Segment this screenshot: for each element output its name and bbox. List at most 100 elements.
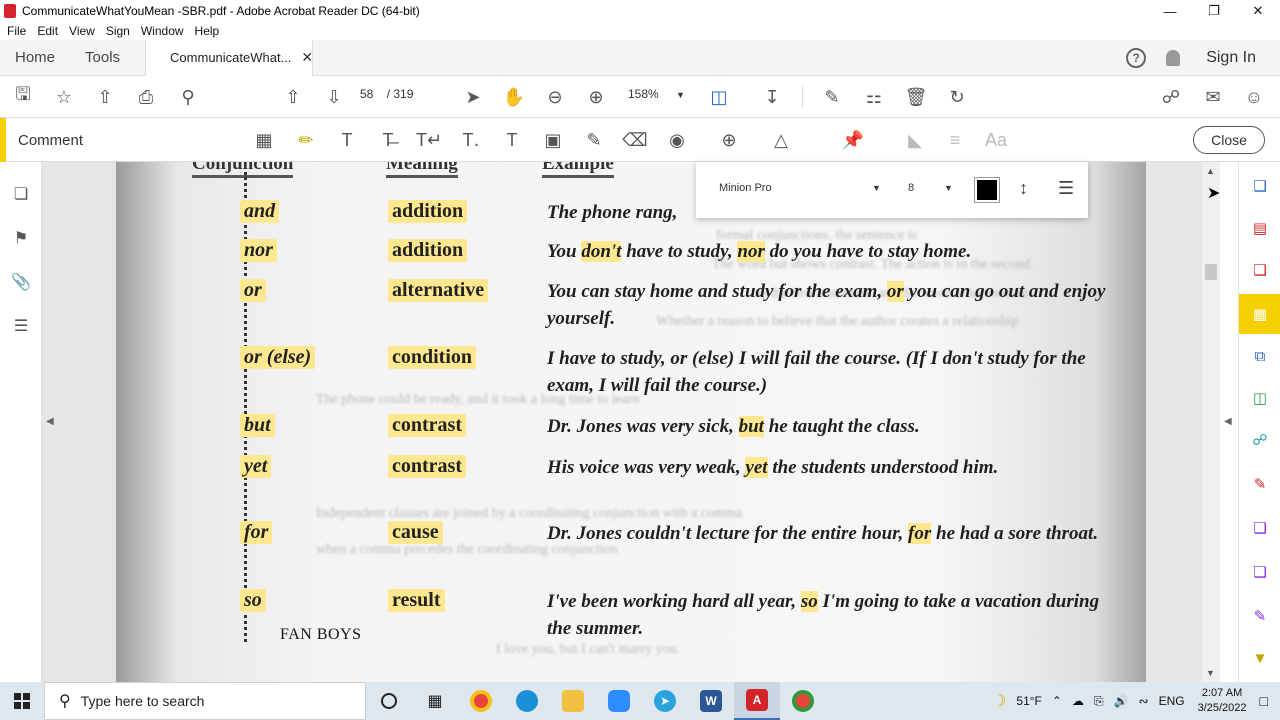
fill-sign-icon[interactable]: ✎: [821, 86, 843, 108]
menu-file[interactable]: File: [7, 24, 26, 38]
clock[interactable]: 2:07 AM 3/25/2022: [1198, 686, 1247, 716]
sign-in-button[interactable]: Sign In: [1206, 49, 1256, 67]
taskbar-search[interactable]: ⚲ Type here to search: [44, 682, 366, 720]
underline-text-icon[interactable]: T: [336, 129, 358, 151]
chrome-profile-icon[interactable]: [780, 682, 826, 720]
save-icon[interactable]: 🖫: [12, 84, 34, 108]
stamp-tool-icon[interactable]: ◉: [666, 129, 688, 151]
insert-text-icon[interactable]: T․: [460, 129, 482, 151]
create-pdf-icon[interactable]: ❏: [1250, 260, 1270, 280]
menu-sign[interactable]: Sign: [106, 24, 130, 38]
attachment-icon[interactable]: 📎: [11, 272, 31, 292]
document-viewport[interactable]: it was hard to understand what the clima…: [42, 162, 1220, 682]
layers-icon[interactable]: ☰: [11, 316, 31, 336]
pin-icon[interactable]: 📌: [842, 129, 864, 151]
text-box-icon[interactable]: ▣: [542, 129, 564, 151]
restore-button[interactable]: ❐: [1192, 0, 1236, 22]
protect-icon[interactable]: ❏: [1250, 562, 1270, 582]
select-cursor-icon[interactable]: ➤: [462, 86, 484, 108]
start-button[interactable]: [0, 682, 44, 720]
add-text-icon[interactable]: T: [501, 129, 523, 151]
close-window-button[interactable]: ✕: [1236, 0, 1280, 22]
line-spacing-icon[interactable]: ↕: [1019, 178, 1028, 199]
page-indicator[interactable]: 58 / 319: [360, 87, 413, 101]
file-explorer-icon[interactable]: [550, 682, 596, 720]
export-pdf-icon[interactable]: ❏: [1250, 176, 1270, 196]
organize-pages-icon[interactable]: ▤: [1250, 218, 1270, 238]
fill-sign-tool-icon[interactable]: ✎: [1250, 474, 1270, 494]
highlight-icon[interactable]: ✏: [295, 129, 317, 151]
eraser-icon[interactable]: ⌫: [622, 129, 647, 151]
list-format-icon[interactable]: ☰: [1058, 178, 1074, 199]
task-view-icon[interactable]: ▦: [412, 682, 458, 720]
wifi-icon[interactable]: ∾: [1139, 694, 1149, 708]
scan-ocr-icon[interactable]: ☍: [1250, 430, 1270, 450]
left-panel-toggle-icon[interactable]: ◀: [46, 416, 54, 427]
close-tab-icon[interactable]: ✕: [301, 49, 313, 66]
menu-view[interactable]: View: [69, 24, 95, 38]
pages-icon[interactable]: ❏: [11, 184, 31, 204]
edit-pdf-icon[interactable]: ❏: [1250, 518, 1270, 538]
close-comment-button[interactable]: Close: [1193, 126, 1265, 154]
delete-icon[interactable]: 🗑: [905, 86, 928, 108]
vertical-scrollbar[interactable]: ▲ ▼: [1202, 162, 1220, 682]
replace-text-icon[interactable]: T↵: [416, 129, 442, 151]
tab-document[interactable]: CommunicateWhat... ✕: [145, 39, 313, 76]
zoom-select[interactable]: 158% ▼: [628, 87, 685, 101]
text-color-swatch[interactable]: [974, 177, 1000, 203]
onedrive-icon[interactable]: ☁: [1072, 694, 1084, 708]
hand-tool-icon[interactable]: ✋: [503, 86, 525, 108]
print-icon[interactable]: ⎙: [135, 86, 157, 108]
size-chevron-down-icon[interactable]: ▼: [944, 183, 953, 193]
font-size-select[interactable]: 8: [908, 182, 914, 194]
bell-icon[interactable]: [1166, 50, 1181, 66]
attach-icon[interactable]: ⊕: [718, 129, 740, 151]
more-tools-icon[interactable]: ▼: [1250, 648, 1270, 668]
stamp-icon[interactable]: ⚏: [863, 86, 885, 108]
next-page-icon[interactable]: ⇩: [323, 86, 345, 108]
rotate-icon[interactable]: ↻: [946, 86, 968, 108]
page-number-input[interactable]: 58: [360, 87, 373, 101]
bookmark-icon[interactable]: ⚑: [11, 228, 31, 248]
zoom-icon[interactable]: [596, 682, 642, 720]
pencil-icon[interactable]: ✎: [583, 129, 605, 151]
font-chevron-down-icon[interactable]: ▼: [872, 183, 881, 193]
language-indicator[interactable]: ENG: [1159, 694, 1185, 708]
chevron-up-icon[interactable]: ⌃: [1052, 694, 1062, 708]
email-icon[interactable]: ✉: [1202, 86, 1224, 108]
scroll-thumb[interactable]: [1205, 264, 1217, 280]
shapes-icon[interactable]: △: [770, 129, 792, 151]
menu-help[interactable]: Help: [195, 24, 220, 38]
network-icon[interactable]: ⎘: [1094, 694, 1104, 709]
sticky-note-icon[interactable]: ▦: [253, 129, 275, 151]
strikethrough-icon[interactable]: T̶: [377, 129, 399, 151]
font-select[interactable]: Minion Pro: [719, 182, 772, 194]
share-link-icon[interactable]: ☍: [1160, 86, 1182, 108]
word-icon[interactable]: W: [688, 682, 734, 720]
combine-files-icon[interactable]: ⧉: [1250, 346, 1270, 366]
telegram-icon[interactable]: ➤: [642, 682, 688, 720]
zoom-out-icon[interactable]: ⊖: [544, 86, 566, 108]
scroll-up-icon[interactable]: ▲: [1206, 166, 1215, 176]
zoom-in-icon[interactable]: ⊕: [585, 86, 607, 108]
upload-icon[interactable]: ⇧: [94, 86, 116, 108]
add-user-icon[interactable]: ☺: [1243, 86, 1265, 108]
scroll-down-icon[interactable]: ▼: [1206, 668, 1215, 678]
tab-home[interactable]: Home: [0, 40, 70, 76]
compress-pdf-icon[interactable]: ◫: [1250, 388, 1270, 408]
chrome-icon[interactable]: [458, 682, 504, 720]
edge-icon[interactable]: [504, 682, 550, 720]
right-panel-toggle-icon[interactable]: ◀: [1224, 416, 1232, 427]
previous-page-icon[interactable]: ⇧: [282, 86, 304, 108]
menu-window[interactable]: Window: [141, 24, 184, 38]
request-signature-icon[interactable]: ✎: [1250, 606, 1270, 626]
menu-edit[interactable]: Edit: [37, 24, 58, 38]
comment-tool-icon[interactable]: ▦: [1250, 304, 1270, 324]
star-icon[interactable]: ☆: [53, 86, 75, 108]
search-icon[interactable]: ⚲: [177, 86, 199, 108]
tab-tools[interactable]: Tools: [70, 40, 135, 76]
help-icon[interactable]: ?: [1126, 48, 1147, 68]
weather-temp[interactable]: 51°F: [1016, 694, 1041, 708]
minimize-button[interactable]: —: [1148, 0, 1192, 22]
scroll-mode-icon[interactable]: ↧: [761, 86, 783, 108]
